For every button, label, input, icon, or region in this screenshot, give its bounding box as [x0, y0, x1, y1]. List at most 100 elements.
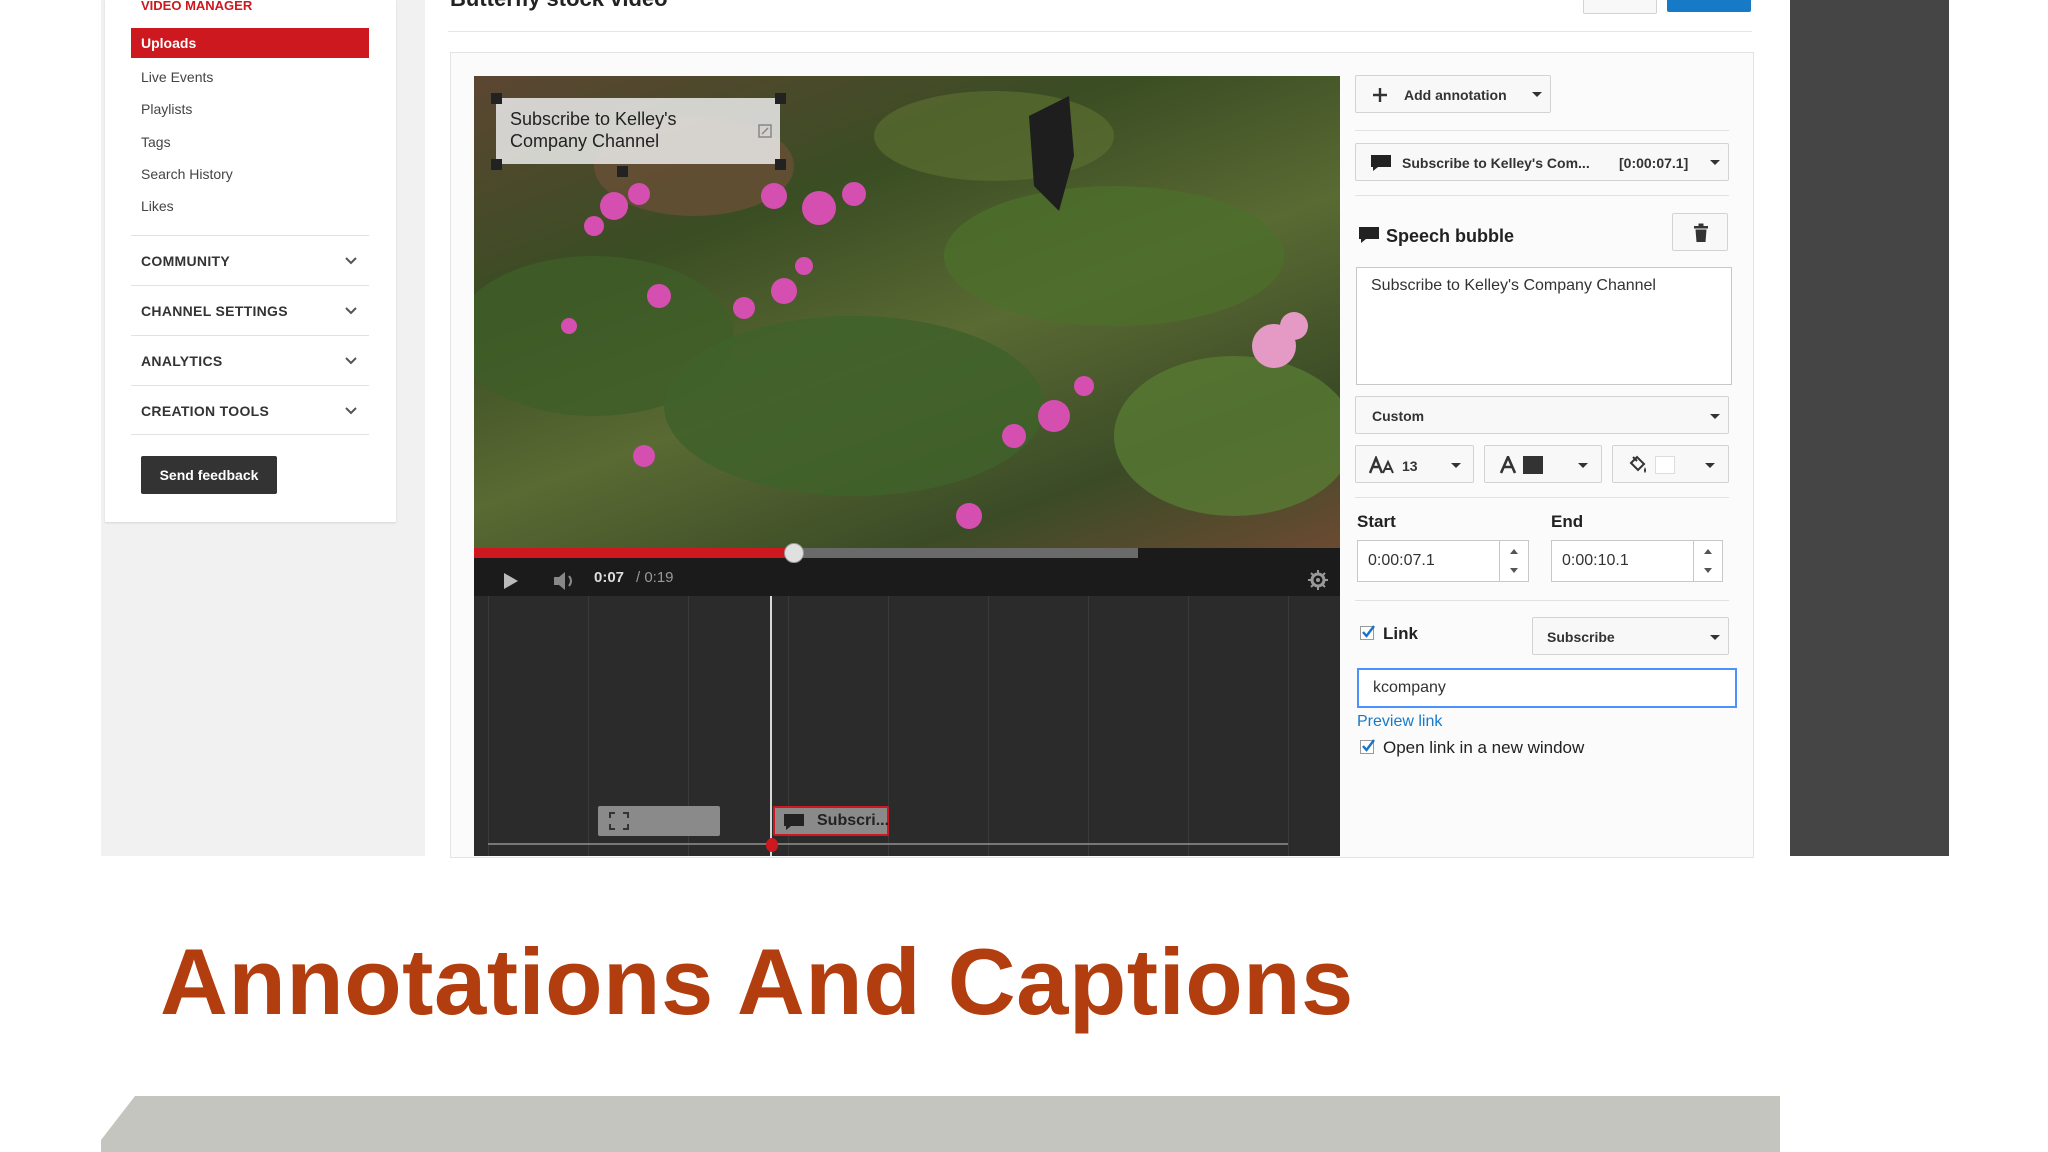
stepper-arrows-icon — [1704, 549, 1712, 573]
end-time-stepper[interactable] — [1693, 541, 1722, 581]
annotation-type-label: Speech bubble — [1386, 226, 1515, 246]
open-new-window-checkbox[interactable] — [1360, 739, 1375, 754]
resize-handle[interactable] — [491, 93, 502, 104]
page-title: Butterfly stock video — [450, 0, 668, 12]
header-divider — [448, 31, 1752, 32]
progress-scrubber[interactable] — [783, 543, 804, 563]
panel-divider — [1355, 600, 1729, 601]
delete-annotation-button[interactable] — [1672, 213, 1728, 251]
total-time: / 0:19 — [636, 569, 674, 586]
bubble-tail-handle[interactable] — [617, 166, 628, 177]
speech-bubble-annotation-overlay[interactable]: Subscribe to Kelley's Company Channel — [496, 98, 780, 164]
panel-divider — [1355, 195, 1729, 196]
end-time-value: 0:00:10.1 — [1562, 552, 1629, 569]
volume-icon[interactable] — [552, 570, 578, 592]
speech-bubble-icon — [784, 814, 804, 830]
start-time-value: 0:00:07.1 — [1368, 552, 1435, 569]
speech-bubble-icon — [1371, 155, 1391, 171]
sidebar-header: VIDEO MANAGER — [141, 0, 253, 13]
chevron-down-icon — [345, 407, 357, 415]
timeline-clip-speech-bubble[interactable]: Subscri... — [773, 806, 889, 836]
link-label: Link — [1383, 624, 1418, 643]
panel-divider — [1355, 130, 1729, 131]
add-annotation-button[interactable]: Add annotation — [1355, 75, 1551, 113]
resize-handle[interactable] — [775, 159, 786, 170]
font-size-value: 13 — [1402, 458, 1418, 474]
link-type-dropdown[interactable]: Subscribe — [1532, 617, 1729, 655]
start-time-stepper[interactable] — [1499, 541, 1528, 581]
start-label: Start — [1357, 512, 1396, 531]
sidebar-section-analytics[interactable]: ANALYTICS — [131, 335, 369, 385]
annotation-text-value: Subscribe to Kelley's Company Channel — [1371, 277, 1656, 294]
end-label: End — [1551, 512, 1584, 531]
footer-band — [101, 1096, 1780, 1152]
timeline-gridline — [1188, 596, 1189, 856]
chevron-down-icon — [1451, 463, 1461, 468]
selected-annotation-time: [0:00:07.1] — [1619, 155, 1689, 171]
sidebar-item-search-history[interactable]: Search History — [141, 166, 233, 182]
progress-fill — [474, 548, 794, 558]
open-new-window-label: Open link in a new window — [1383, 738, 1585, 757]
link-url-value: kcompany — [1373, 679, 1446, 696]
slide-title: Annotations And Captions — [160, 929, 1354, 1034]
chevron-down-icon — [1710, 414, 1720, 419]
chevron-down-icon — [1710, 635, 1720, 640]
resize-handle[interactable] — [775, 93, 786, 104]
end-time-input[interactable]: 0:00:10.1 — [1551, 540, 1723, 582]
link-checkbox[interactable] — [1360, 625, 1375, 640]
play-icon[interactable] — [502, 571, 520, 591]
add-annotation-label: Add annotation — [1404, 87, 1507, 103]
font-size-dropdown[interactable]: 13 — [1355, 445, 1474, 483]
preview-link[interactable]: Preview link — [1357, 713, 1442, 731]
timeline-ruler — [488, 843, 1288, 845]
current-time: 0:07 — [594, 569, 625, 586]
timeline-position-marker — [766, 838, 778, 852]
chevron-down-icon — [345, 257, 357, 265]
sidebar: VIDEO MANAGER Uploads Live Events Playli… — [105, 0, 396, 522]
chevron-down-icon — [1532, 92, 1542, 97]
chevron-down-icon — [1705, 463, 1715, 468]
speech-bubble-icon — [1359, 227, 1379, 243]
top-secondary-button[interactable] — [1583, 0, 1657, 14]
resize-handle[interactable] — [491, 159, 502, 170]
plus-icon — [1373, 88, 1387, 102]
slide-corner — [101, 856, 131, 886]
annotation-text-input[interactable]: Subscribe to Kelley's Company Channel — [1356, 267, 1732, 385]
background-color-dropdown[interactable] — [1612, 445, 1729, 483]
stepper-arrows-icon — [1510, 549, 1518, 573]
gear-icon[interactable] — [1308, 570, 1328, 590]
font-color-swatch — [1523, 456, 1543, 474]
checkmark-icon — [1362, 739, 1375, 752]
trash-icon — [1694, 223, 1708, 242]
style-dropdown[interactable]: Custom — [1355, 396, 1729, 434]
sidebar-item-live-events[interactable]: Live Events — [141, 69, 213, 85]
sidebar-item-likes[interactable]: Likes — [141, 198, 174, 214]
link-type-value: Subscribe — [1547, 629, 1615, 645]
font-size-icon — [1368, 456, 1394, 474]
fullscreen-icon — [609, 812, 629, 830]
timeline-gridline — [1288, 596, 1289, 856]
resize-icon[interactable] — [758, 124, 772, 138]
timeline-clip-label: Subscri... — [817, 812, 890, 829]
sidebar-section-community[interactable]: COMMUNITY — [131, 235, 369, 285]
chevron-down-icon — [345, 307, 357, 315]
sidebar-section-channel-settings[interactable]: CHANNEL SETTINGS — [131, 285, 369, 335]
timeline-clip-spotlight[interactable] — [598, 806, 720, 836]
sidebar-section-creation-tools[interactable]: CREATION TOOLS — [131, 385, 369, 435]
sidebar-item-playlists[interactable]: Playlists — [141, 101, 192, 117]
font-color-dropdown[interactable] — [1484, 445, 1602, 483]
style-value: Custom — [1372, 408, 1425, 424]
section-label: CHANNEL SETTINGS — [141, 303, 288, 319]
top-primary-button[interactable] — [1667, 0, 1751, 12]
timeline-playhead[interactable] — [770, 596, 772, 856]
section-label: CREATION TOOLS — [141, 403, 270, 419]
timeline-gridline — [1088, 596, 1089, 856]
send-feedback-button[interactable]: Send feedback — [141, 456, 277, 494]
annotation-select-dropdown[interactable]: Subscribe to Kelley's Com... [0:00:07.1] — [1355, 143, 1729, 181]
start-time-input[interactable]: 0:00:07.1 — [1357, 540, 1529, 582]
chevron-down-icon — [1710, 160, 1720, 165]
sidebar-item-tags[interactable]: Tags — [141, 134, 171, 150]
sidebar-item-uploads[interactable]: Uploads — [131, 28, 369, 58]
paint-bucket-icon — [1629, 455, 1646, 473]
link-url-input[interactable]: kcompany — [1357, 668, 1737, 708]
